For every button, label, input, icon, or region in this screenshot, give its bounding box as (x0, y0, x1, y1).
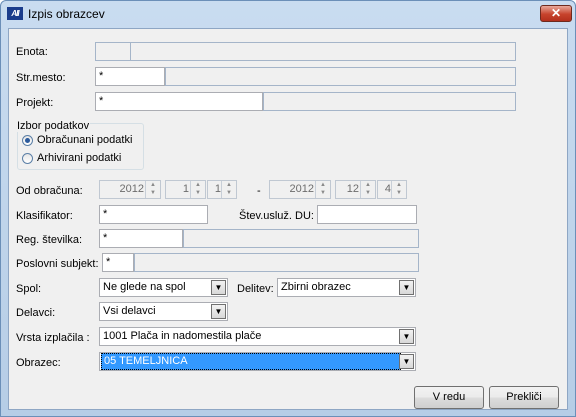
chevron-down-icon[interactable]: ▼ (211, 280, 226, 295)
to-year-spinner[interactable]: 2012 ▲ ▼ (269, 180, 331, 199)
obrazec-value: 05 TEMELJNICA (101, 353, 401, 370)
from-num-spinner[interactable]: 1 ▲ ▼ (207, 180, 237, 199)
delitev-combobox[interactable]: Zbirni obrazec ▼ (277, 278, 416, 297)
delitev-value: Zbirni obrazec (281, 281, 351, 293)
from-month-spin-arrows[interactable]: ▲ ▼ (190, 181, 205, 198)
chevron-down-icon[interactable]: ▼ (399, 354, 414, 369)
title-bar[interactable]: AII Izpis obrazcev ✕ (1, 1, 575, 27)
chevron-down-icon[interactable]: ▼ (399, 329, 414, 344)
klasifikator-field[interactable]: * (99, 205, 208, 224)
obracunani-radio[interactable] (22, 135, 33, 146)
izbor-podatkov-title: Izbor podatkov (16, 120, 91, 132)
vrsta-izplacila-combobox[interactable]: 1001 Plača in nadomestila plače ▼ (99, 327, 416, 346)
spol-value: Ne glede na spol (103, 281, 186, 293)
from-year-spin-arrows[interactable]: ▲ ▼ (145, 181, 160, 198)
enota-label: Enota: (16, 46, 48, 58)
vrsta-izplacila-label: Vrsta izplačila : (16, 332, 90, 344)
cancel-button[interactable]: Prekliči (489, 386, 559, 409)
chevron-down-icon[interactable]: ▼ (399, 280, 414, 295)
dialog-window: AII Izpis obrazcev ✕ Enota: Str.mesto: *… (0, 0, 576, 417)
from-month-spinner[interactable]: 1 ▲ ▼ (165, 180, 206, 199)
window-title: Izpis obrazcev (28, 7, 105, 21)
dialog-body: Enota: Str.mesto: * Projekt: * Izbor pod… (8, 28, 568, 410)
reg-stevilka-code-field[interactable]: * (99, 229, 183, 248)
spol-label: Spol: (16, 283, 42, 295)
arhivirani-label[interactable]: Arhivirani podatki (37, 152, 121, 164)
to-year-value: 2012 (289, 183, 314, 195)
chevron-down-icon[interactable]: ▼ (211, 304, 226, 319)
od-obracuna-label: Od obračuna: (16, 185, 83, 197)
poslovni-subjekt-name-field (134, 253, 419, 272)
from-num-spin-arrows[interactable]: ▲ ▼ (221, 181, 236, 198)
reg-stevilka-label: Reg. številka: (16, 234, 83, 246)
delavci-combobox[interactable]: Vsi delavci ▼ (99, 302, 228, 321)
poslovni-subjekt-label: Poslovni subjekt: (16, 258, 99, 270)
projekt-label: Projekt: (16, 97, 54, 109)
to-month-spinner[interactable]: 12 ▲ ▼ (335, 180, 376, 199)
str-mesto-name-field (165, 67, 516, 86)
to-num-spinner[interactable]: 4 ▲ ▼ (377, 180, 407, 199)
obracunani-label[interactable]: Obračunani podatki (37, 134, 132, 146)
vrsta-izplacila-value: 1001 Plača in nadomestila plače (103, 330, 262, 342)
from-year-value: 2012 (119, 183, 144, 195)
from-year-spinner[interactable]: 2012 ▲ ▼ (99, 180, 161, 199)
str-mesto-label: Str.mesto: (16, 72, 66, 84)
date-range-dash: - (257, 185, 261, 197)
projekt-code-field[interactable]: * (95, 92, 263, 111)
obrazec-combobox[interactable]: 05 TEMELJNICA ▼ (99, 352, 416, 371)
app-logo-icon: AII (7, 7, 23, 20)
ok-button[interactable]: V redu (414, 386, 484, 409)
stev-usluz-field[interactable] (317, 205, 417, 224)
delitev-label: Delitev: (237, 283, 274, 295)
to-month-spin-arrows[interactable]: ▲ ▼ (360, 181, 375, 198)
to-num-spin-arrows[interactable]: ▲ ▼ (391, 181, 406, 198)
from-month-value: 1 (182, 183, 189, 195)
to-year-spin-arrows[interactable]: ▲ ▼ (315, 181, 330, 198)
reg-stevilka-name-field (183, 229, 419, 248)
close-button[interactable]: ✕ (540, 5, 572, 22)
delavci-value: Vsi delavci (103, 305, 156, 317)
enota-code-field[interactable] (95, 42, 131, 61)
stev-usluz-label: Štev.usluž. DU: (239, 210, 314, 222)
spol-combobox[interactable]: Ne glede na spol ▼ (99, 278, 228, 297)
poslovni-subjekt-code-field[interactable]: * (102, 253, 134, 272)
klasifikator-label: Klasifikator: (16, 210, 73, 222)
delavci-label: Delavci: (16, 307, 56, 319)
enota-name-field (130, 42, 516, 61)
obrazec-label: Obrazec: (16, 357, 61, 369)
to-month-value: 12 (346, 183, 359, 195)
arhivirani-radio[interactable] (22, 153, 33, 164)
str-mesto-code-field[interactable]: * (95, 67, 165, 86)
projekt-name-field (263, 92, 516, 111)
